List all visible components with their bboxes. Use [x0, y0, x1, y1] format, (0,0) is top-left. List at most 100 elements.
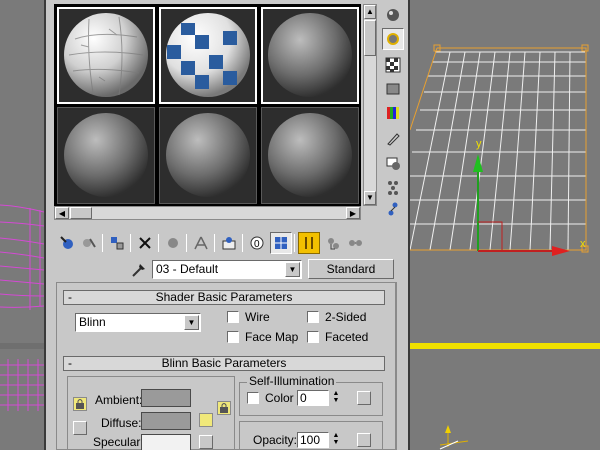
video-color-check-icon[interactable]: [382, 102, 404, 124]
viewport-bottom-right[interactable]: [410, 349, 600, 450]
specular-label: Specular:: [93, 435, 144, 449]
transform-gizmo[interactable]: [473, 154, 570, 256]
material-name-dropdown[interactable]: 03 - Default ▼: [152, 260, 302, 279]
rollout-title: Shader Basic Parameters: [155, 290, 293, 304]
parameters-panel: - Shader Basic Parameters Blinn ▼ Wire 2…: [56, 282, 396, 450]
face-map-checkbox[interactable]: [227, 331, 239, 343]
options-icon[interactable]: [382, 152, 404, 174]
sample-slot-3[interactable]: [261, 7, 359, 104]
background-checker-icon[interactable]: [382, 54, 404, 76]
scroll-up-icon[interactable]: ▲: [364, 5, 376, 19]
make-preview-icon[interactable]: [382, 128, 404, 150]
shader-type-value: Blinn: [79, 315, 106, 329]
rollout-title: Blinn Basic Parameters: [161, 356, 287, 370]
scroll-right-icon[interactable]: ▶: [346, 207, 360, 219]
diffuse-map-button[interactable]: [199, 413, 213, 427]
scroll-left-icon[interactable]: ◀: [55, 207, 69, 219]
shader-basic-parameters-header[interactable]: - Shader Basic Parameters: [63, 290, 385, 305]
face-map-label: Face Map: [245, 330, 299, 344]
make-unique-icon[interactable]: [190, 232, 212, 254]
opacity-label: Opacity:: [253, 433, 298, 447]
diffuse-label: Diffuse:: [101, 416, 142, 430]
collapse-icon: -: [68, 356, 72, 370]
default-sphere: [268, 13, 352, 97]
toolbar-separator: [242, 234, 243, 252]
sample-slot-4[interactable]: [57, 107, 155, 204]
spinner-arrows-icon[interactable]: ▲ ▼: [331, 432, 341, 448]
lock-ambient-diffuse-icon[interactable]: [73, 397, 87, 411]
self-illum-value-field[interactable]: 0: [297, 390, 329, 406]
show-map-in-viewport-icon[interactable]: [270, 232, 292, 254]
wire-checkbox[interactable]: [227, 311, 239, 323]
reset-map-icon[interactable]: [134, 232, 156, 254]
specular-map-button[interactable]: [199, 435, 213, 449]
toolbar-separator: [158, 234, 159, 252]
axis-x-label: x: [580, 238, 586, 250]
two-sided-checkbox[interactable]: [307, 311, 319, 323]
faceted-label: Faceted: [325, 330, 369, 344]
show-end-result-icon[interactable]: [298, 232, 320, 254]
viewport-perspective[interactable]: y x: [409, 0, 600, 343]
toolbar-separator: [214, 234, 215, 252]
diffuse-color-swatch[interactable]: [141, 412, 191, 430]
default-sphere: [268, 113, 352, 197]
assign-to-selection-icon[interactable]: [106, 232, 128, 254]
shader-type-dropdown[interactable]: Blinn ▼: [75, 313, 201, 332]
sample-horizontal-scrollbar[interactable]: ◀ ▶: [54, 206, 361, 220]
toolbar-separator: [102, 234, 103, 252]
put-to-scene-icon[interactable]: [78, 232, 100, 254]
put-to-library-icon[interactable]: [218, 232, 240, 254]
viewport-left-bottom[interactable]: [0, 349, 44, 450]
material-name-value: 03 - Default: [156, 262, 219, 276]
svg-text:0: 0: [254, 239, 260, 250]
backlight-icon[interactable]: [382, 28, 404, 50]
self-illum-map-button[interactable]: [357, 391, 371, 405]
copy-material-icon[interactable]: [162, 232, 184, 254]
sample-slot-1[interactable]: [57, 7, 155, 104]
parameters-scrollbar[interactable]: [396, 282, 406, 450]
specular-color-swatch[interactable]: [141, 434, 191, 450]
go-forward-to-sibling-icon[interactable]: [344, 232, 366, 254]
material-id-channel-icon[interactable]: 0: [246, 232, 268, 254]
faceted-checkbox[interactable]: [307, 331, 319, 343]
sample-type-icon[interactable]: [382, 4, 404, 26]
go-to-parent-icon[interactable]: [322, 232, 344, 254]
sample-vertical-scrollbar[interactable]: ▲ ▼: [363, 4, 377, 206]
wire-mesh-left-bottom: [0, 359, 44, 411]
default-sphere: [64, 113, 148, 197]
scroll-thumb[interactable]: [70, 207, 92, 219]
map-sphere: [64, 13, 148, 97]
scroll-thumb[interactable]: [364, 20, 376, 56]
self-illumination-title: Self-Illumination: [247, 374, 337, 388]
material-type-button[interactable]: Standard: [308, 259, 394, 279]
ambient-label: Ambient:: [95, 393, 143, 407]
spinner-arrows-icon[interactable]: ▲ ▼: [331, 390, 341, 406]
lock-map-icon[interactable]: [217, 401, 231, 415]
two-sided-label: 2-Sided: [325, 310, 367, 324]
pick-material-icon[interactable]: [130, 261, 148, 282]
uv-tiling-icon[interactable]: [382, 78, 404, 100]
ambient-color-swatch[interactable]: [141, 389, 191, 407]
lock-diffuse-specular-icon[interactable]: [73, 421, 87, 435]
material-map-navigator-icon[interactable]: [382, 198, 404, 220]
get-material-icon[interactable]: [56, 232, 78, 254]
toolbar-separator: [130, 234, 131, 252]
wire-mesh-left: [0, 204, 45, 310]
mini-gizmo: [439, 425, 469, 450]
chevron-down-icon: ▼: [285, 262, 300, 277]
sample-slot-2[interactable]: [159, 7, 257, 104]
select-by-material-icon[interactable]: [382, 176, 404, 198]
scroll-down-icon[interactable]: ▼: [364, 191, 376, 205]
chevron-down-icon: ▼: [184, 315, 199, 330]
opacity-map-button[interactable]: [357, 433, 371, 447]
sample-slot-5[interactable]: [159, 107, 257, 204]
collapse-icon: -: [68, 290, 72, 304]
axis-y-label: y: [476, 138, 482, 150]
self-illum-color-checkbox[interactable]: [247, 392, 259, 404]
plane-wireframe: [409, 44, 589, 256]
toolbar-separator: [186, 234, 187, 252]
viewport-left-top[interactable]: [0, 0, 45, 343]
blinn-basic-parameters-header[interactable]: - Blinn Basic Parameters: [63, 356, 385, 371]
opacity-value-field[interactable]: 100: [297, 432, 329, 448]
sample-slot-6[interactable]: [261, 107, 359, 204]
